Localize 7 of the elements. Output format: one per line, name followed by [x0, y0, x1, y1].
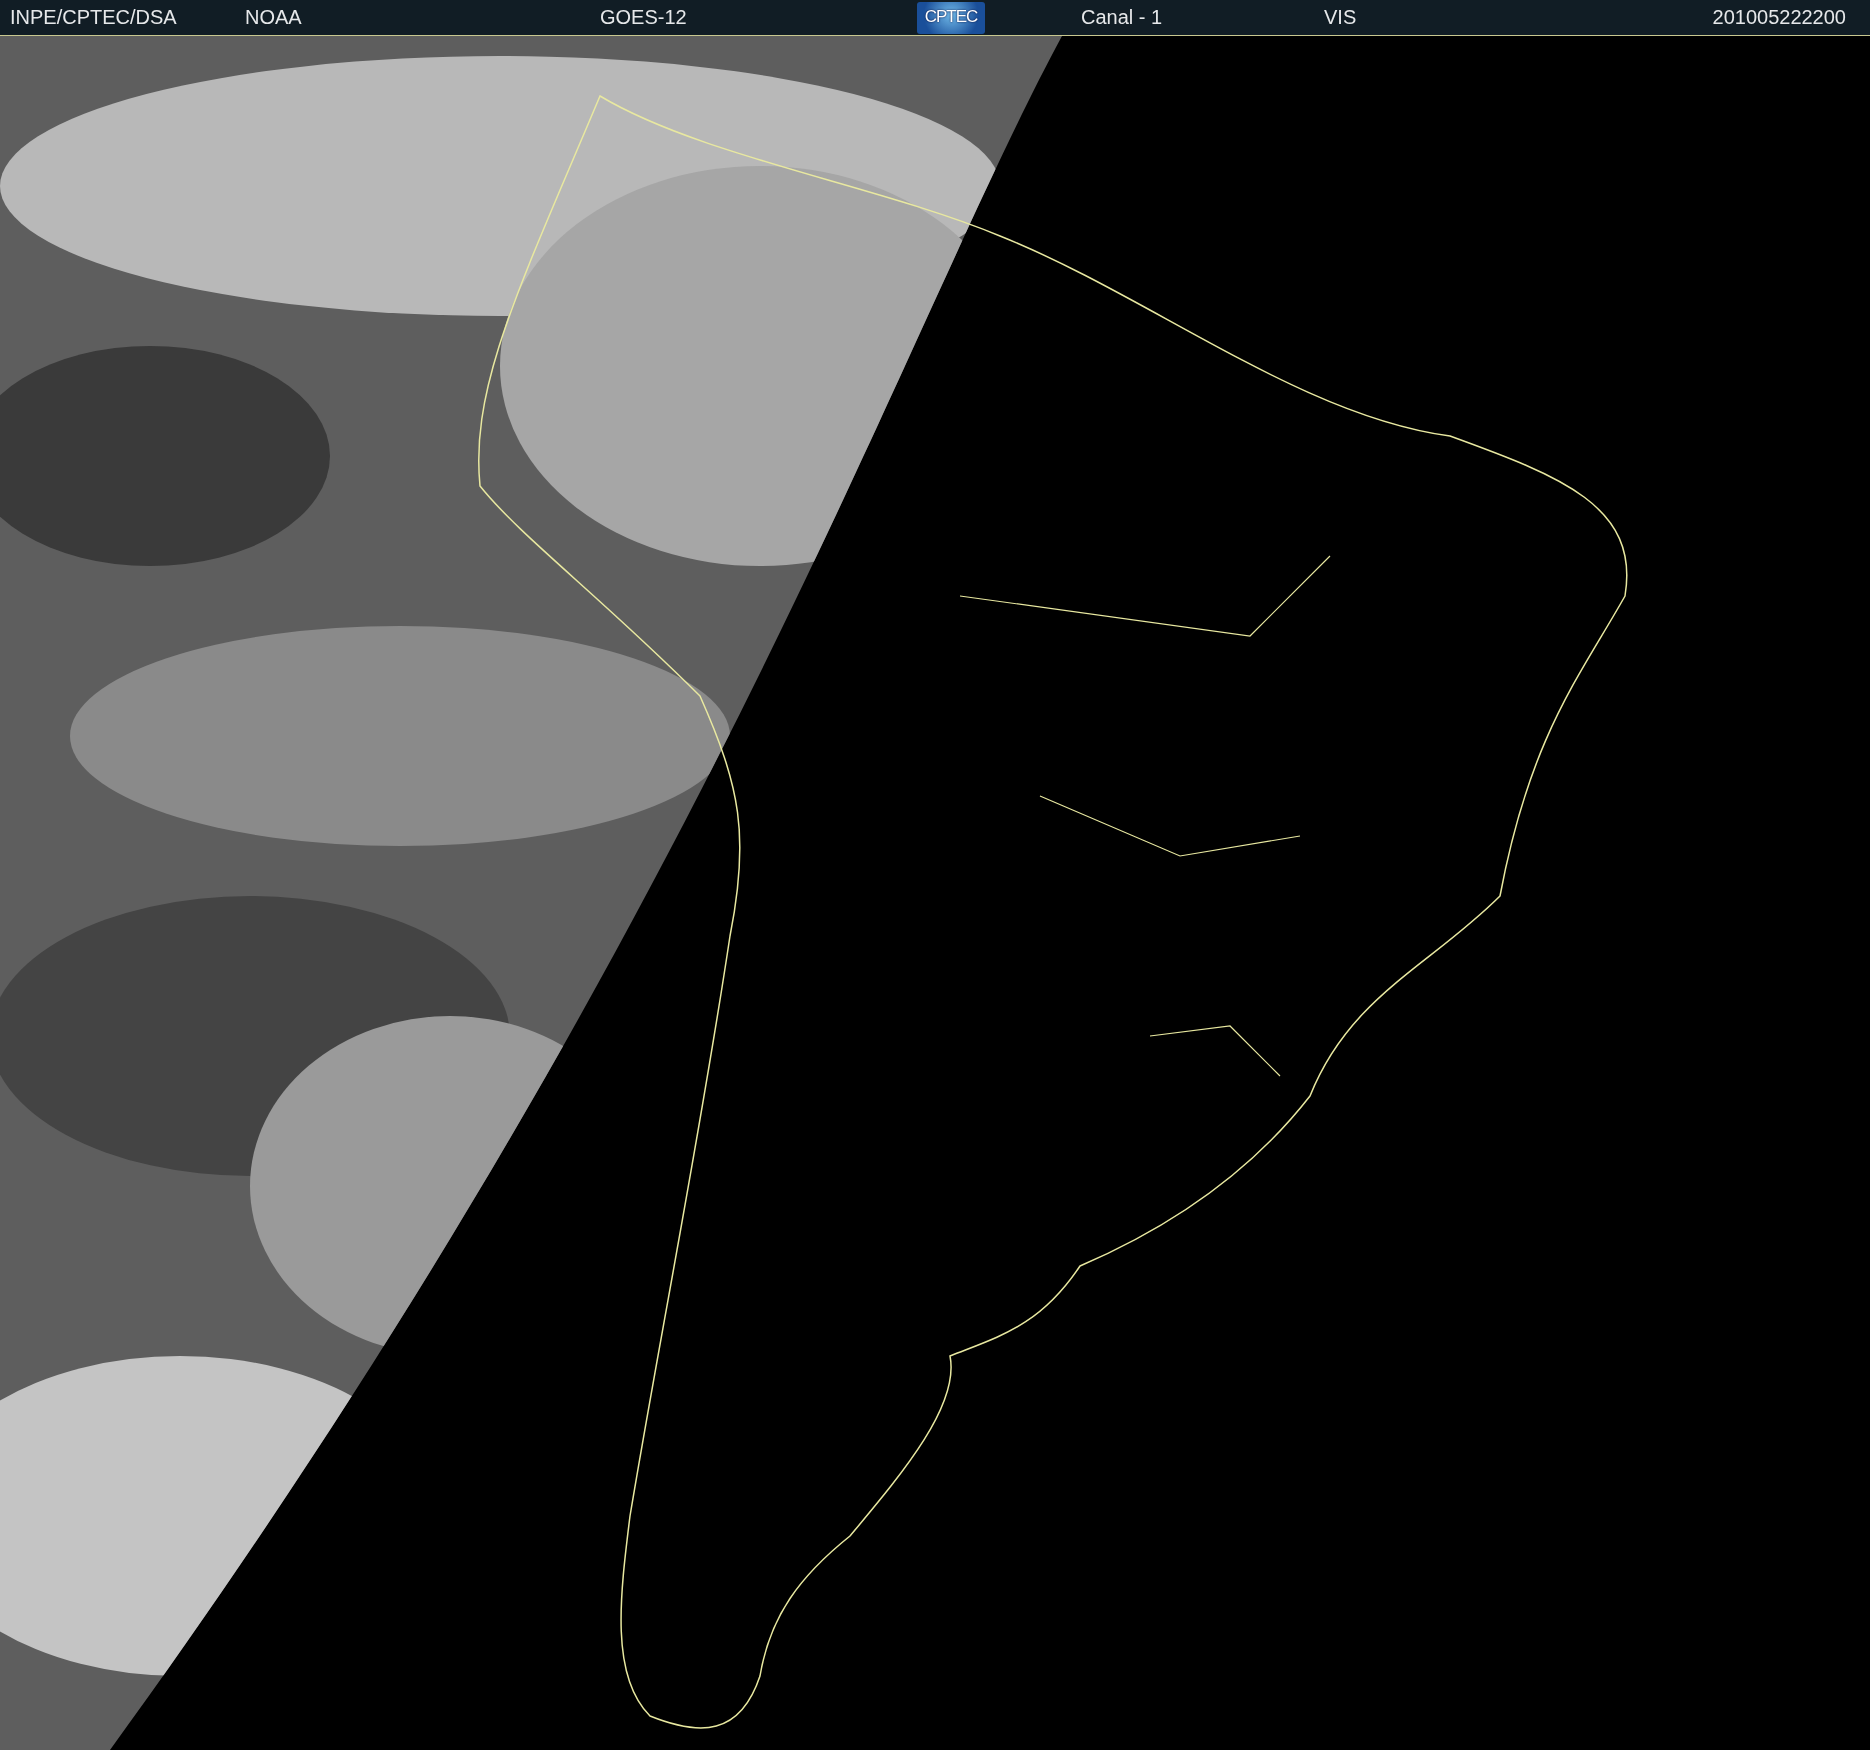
timestamp-label: 201005222200	[1712, 6, 1846, 28]
logo: CPTEC	[917, 1, 985, 34]
satellite-label: GOES-12	[600, 6, 687, 28]
source-label: NOAA	[245, 6, 302, 28]
channel-label: Canal - 1	[1081, 6, 1163, 28]
agency-label: INPE/CPTEC/DSA	[10, 6, 177, 28]
band-label: VIS	[1324, 6, 1357, 28]
